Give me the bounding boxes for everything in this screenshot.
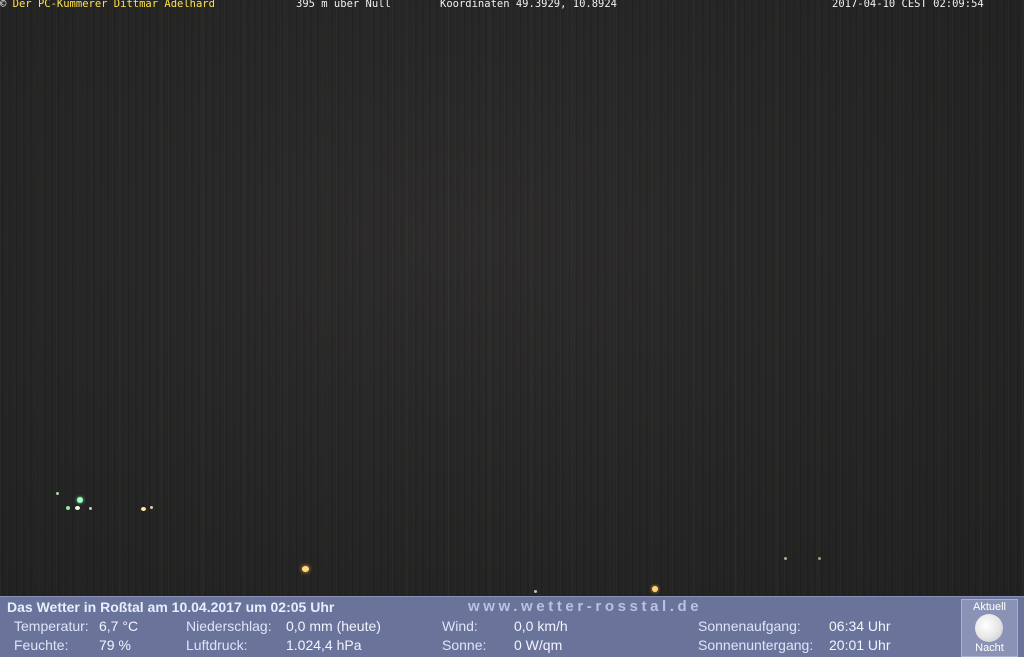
camera-info-overlay: © Der PC-Kümmerer Dittmar Adelhard 395 m… [0, 0, 1024, 11]
light-point [141, 507, 146, 511]
light-point [784, 557, 787, 560]
light-point [89, 507, 92, 510]
temperature-label: Temperatur: [14, 618, 89, 634]
weather-title: Das Wetter in Roßtal am 10.04.2017 um 02… [7, 599, 335, 615]
moon-night-label: Nacht [975, 642, 1004, 654]
light-point [75, 506, 80, 510]
sunrise-label: Sonnenaufgang: [698, 618, 801, 634]
wind-value: 0,0 km/h [514, 618, 568, 634]
sun-label: Sonne: [442, 637, 487, 653]
light-point [56, 492, 59, 495]
light-point [302, 566, 309, 572]
precipitation-label: Niederschlag: [186, 618, 272, 634]
light-point [150, 506, 153, 509]
pressure-value: 1.024,4 hPa [286, 637, 362, 653]
light-point [534, 590, 537, 593]
moon-icon [975, 614, 1003, 642]
light-point [66, 506, 70, 510]
light-point [652, 586, 658, 592]
credit-name: Der PC-Kümmerer Dittmar Adelhard [12, 0, 215, 10]
website-url: www.wetter-rosstal.de [468, 598, 703, 615]
sunset-value: 20:01 Uhr [829, 637, 891, 653]
webcam-image [0, 0, 1024, 596]
moon-current-label: Aktuell [972, 601, 1007, 613]
copyright-symbol: © [0, 0, 7, 10]
precipitation-value: 0,0 mm (heute) [286, 618, 381, 634]
sunset-label: Sonnenuntergang: [698, 637, 814, 653]
credit-text: © Der PC-Kümmerer Dittmar Adelhard [0, 0, 215, 10]
moon-phase-panel: Aktuell Nacht [961, 599, 1018, 657]
sun-value: 0 W/qm [514, 637, 563, 653]
humidity-value: 79 % [99, 637, 131, 653]
temperature-value: 6,7 °C [99, 618, 139, 634]
timestamp-text: 2017-04-10 CEST 02:09:54 [832, 0, 984, 10]
weather-info-bar: Das Wetter in Roßtal am 10.04.2017 um 02… [0, 596, 1024, 657]
coordinates-text: Koordinaten 49.3929, 10.8924 [440, 0, 618, 10]
light-point [77, 497, 83, 503]
wind-label: Wind: [442, 618, 478, 634]
humidity-label: Feuchte: [14, 637, 69, 653]
sunrise-value: 06:34 Uhr [829, 618, 891, 634]
altitude-text: 395 m über Null [296, 0, 391, 10]
light-point [818, 557, 821, 560]
pressure-label: Luftdruck: [186, 637, 248, 653]
